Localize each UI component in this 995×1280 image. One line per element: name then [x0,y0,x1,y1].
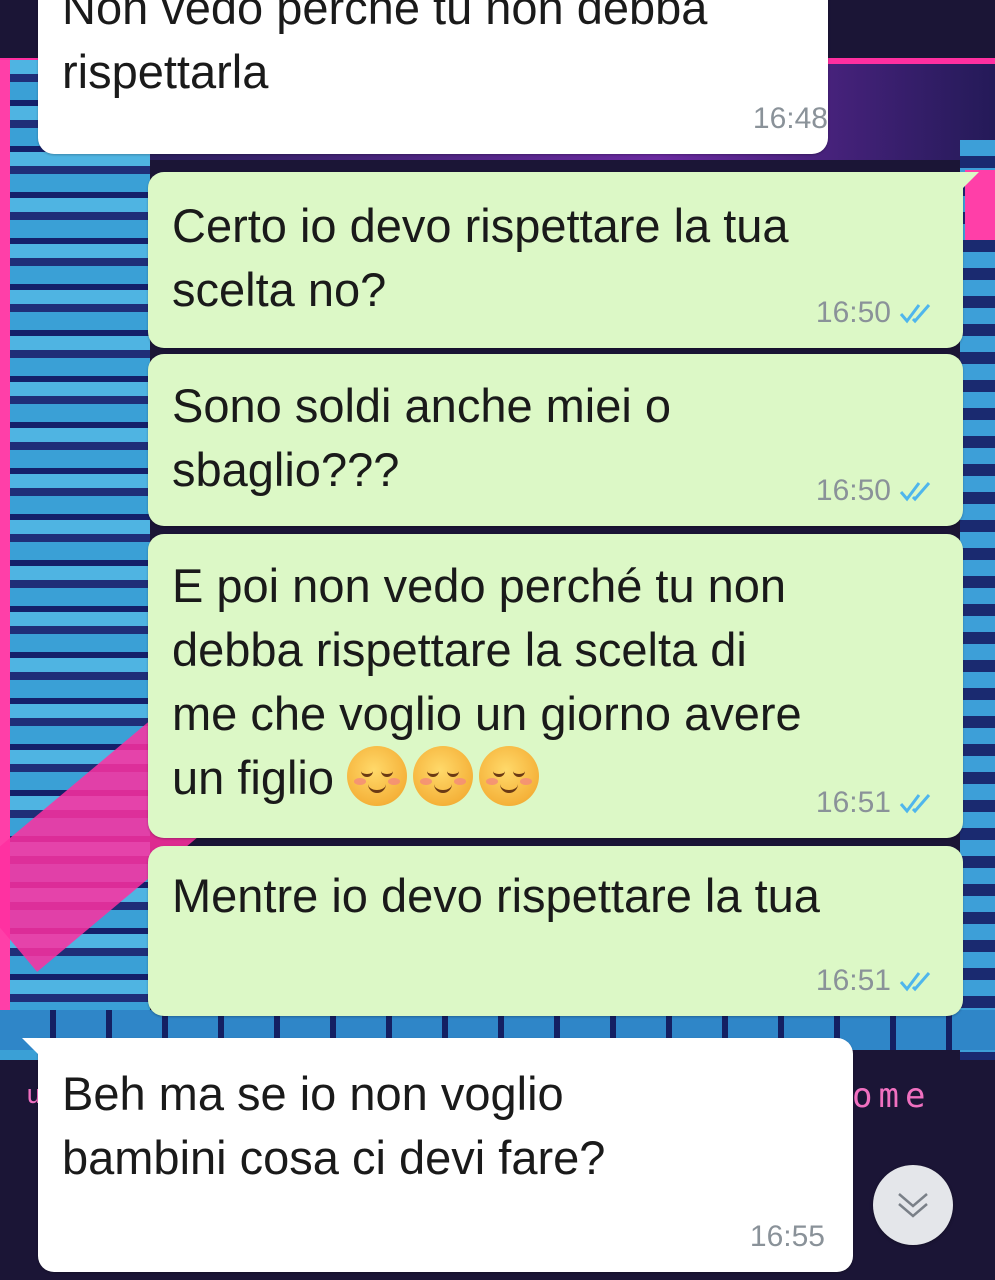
message-meta: 16:51 [816,786,935,820]
message-text: Certo io devo rispettare la tua scelta n… [172,199,789,316]
message-incoming[interactable]: Non vedo perché tu non debba rispettarla… [38,0,828,154]
message-text: Non vedo perché tu non debba rispettarla [62,0,708,98]
bubble-tail [22,1038,44,1060]
smiling-face-icon [347,746,408,806]
scroll-to-bottom-button[interactable] [873,1165,953,1245]
message-time: 16:50 [815,474,891,507]
message-text: Sono soldi anche miei o sbaglio??? [172,379,672,496]
message-incoming[interactable]: Beh ma se io non voglio bambini cosa ci … [22,1038,853,1272]
message-time: 16:51 [815,964,891,997]
message-text: Beh ma se io non voglio bambini cosa ci … [62,1067,606,1184]
bubble-tail [957,172,979,194]
smiling-face-icon [479,746,540,806]
message-meta: 16:48 [753,102,828,136]
wallpaper-text: ome [852,1076,932,1116]
message-time: 16:55 [749,1220,825,1253]
message-outgoing[interactable]: Mentre io devo rispettare la tua 16:51 [148,846,963,1016]
message-time: 16:50 [815,296,891,329]
message-text: E poi non vedo perché tu non debba rispe… [172,554,802,810]
message-meta: 16:50 [816,296,935,330]
message-meta: 16:51 [816,964,935,998]
message-meta: 16:50 [816,474,935,508]
message-time: 16:51 [815,786,891,819]
message-outgoing[interactable]: E poi non vedo perché tu non debba rispe… [148,534,963,838]
message-outgoing[interactable]: Certo io devo rispettare la tua scelta n… [148,172,979,348]
message-time: 16:48 [752,102,828,135]
smiling-face-icon [413,746,474,806]
chevron-down-icon [898,1193,928,1218]
wallpaper-stripes-right [960,140,995,1060]
double-check-icon [899,794,931,814]
message-meta: 16:55 [750,1220,825,1254]
double-check-icon [899,972,931,992]
message-text: Mentre io devo rispettare la tua [172,869,820,922]
double-check-icon [899,304,931,324]
double-check-icon [899,482,931,502]
message-outgoing[interactable]: Sono soldi anche miei o sbaglio??? 16:50 [148,354,963,526]
